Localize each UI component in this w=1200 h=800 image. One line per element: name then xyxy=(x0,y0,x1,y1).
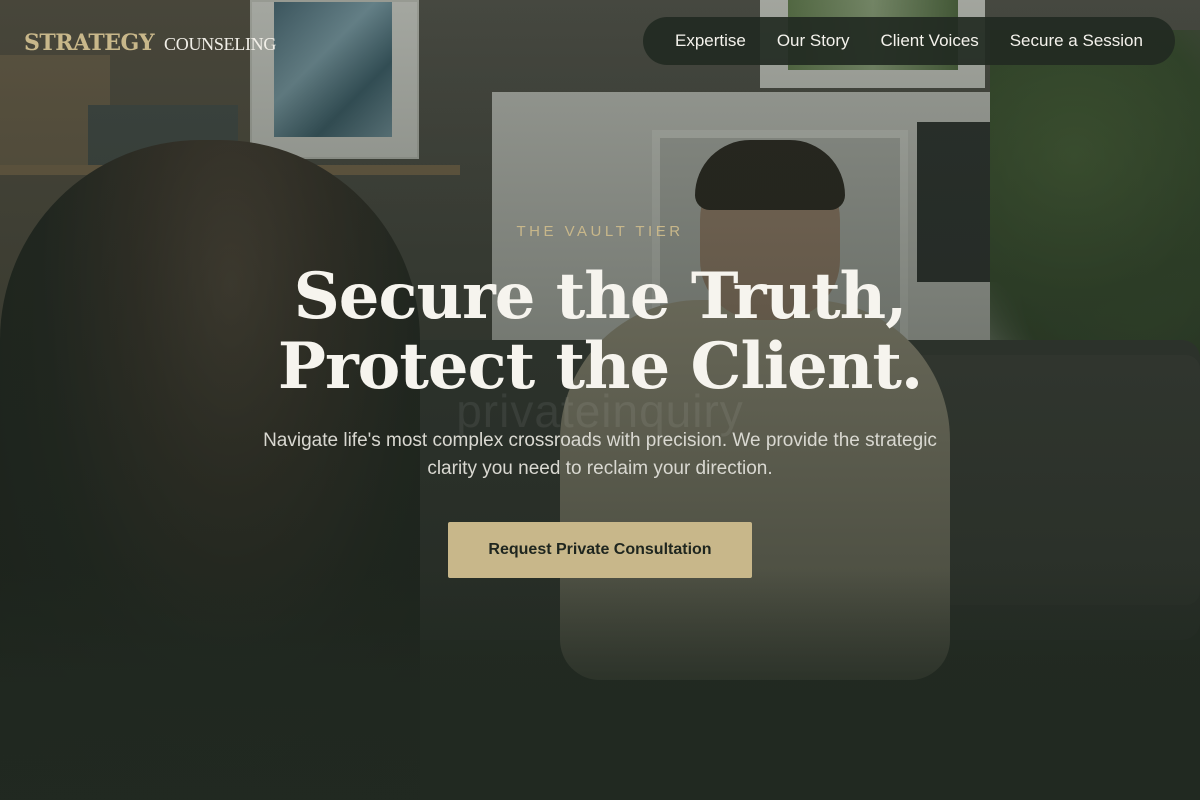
brand-secondary: COUNSELING xyxy=(164,34,277,54)
nav-secure-session[interactable]: Secure a Session xyxy=(1010,31,1143,51)
hero-subtitle: Navigate life's most complex crossroads … xyxy=(263,430,937,479)
hero-title: Secure the Truth, Protect the Client. xyxy=(0,262,1200,402)
nav-expertise[interactable]: Expertise xyxy=(675,31,746,51)
request-consultation-button[interactable]: Request Private Consultation xyxy=(448,522,752,578)
nav-client-voices[interactable]: Client Voices xyxy=(881,31,979,51)
nav-our-story[interactable]: Our Story xyxy=(777,31,850,51)
main-nav: Expertise Our Story Client Voices Secure… xyxy=(643,17,1175,65)
hero-title-line2: Protect the Client. xyxy=(277,329,923,404)
hero-eyebrow: THE VAULT TIER xyxy=(516,223,684,240)
brand-primary: STRATEGY xyxy=(24,30,155,56)
brand-logo[interactable]: STRATEGY COUNSELING xyxy=(24,30,276,56)
hero-title-line1: Secure the Truth, xyxy=(293,259,908,334)
page: STRATEGY COUNSELING Expertise Our Story … xyxy=(0,0,1200,800)
